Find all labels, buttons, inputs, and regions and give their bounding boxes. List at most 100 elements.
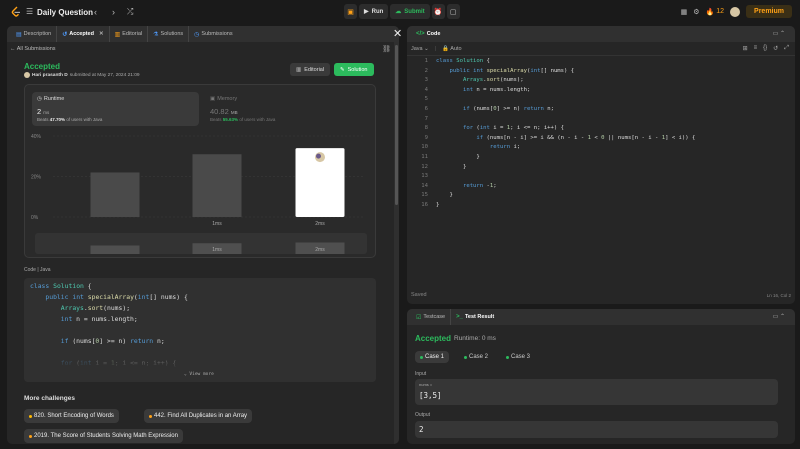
code-line: if (nums[0] >= n) return n; <box>60 337 165 345</box>
submit-button[interactable]: ☁ Submit <box>390 4 430 19</box>
code-line: for (int i = 1; i <= n; i++) { <box>462 125 565 132</box>
memory-value: 40.82 <box>210 107 229 116</box>
panel-resize-handle[interactable] <box>401 26 405 444</box>
challenge-chip[interactable]: 820. Short Encoding of Words <box>24 409 119 423</box>
author-name[interactable]: Hari prasanth D <box>32 73 68 78</box>
tab-editorial[interactable]: ▥ Editorial <box>110 26 149 42</box>
code-line: } <box>436 163 467 170</box>
output-value: 2 <box>419 425 424 434</box>
notes-button[interactable]: ▢ <box>446 4 460 19</box>
language-select[interactable]: Java ⌄ <box>411 46 429 52</box>
line-number: 6 <box>424 106 428 112</box>
chip-icon: ▣ <box>210 96 216 102</box>
line-number: 16 <box>421 202 428 208</box>
prev-problem-icon[interactable]: ‹ <box>94 7 97 17</box>
challenge-chip[interactable]: 442. Find All Duplicates in an Array <box>144 409 253 423</box>
layout-grid-icon[interactable]: ▦ <box>681 8 688 16</box>
submitted-code-block: class Solution { public int specialArray… <box>24 278 376 382</box>
tab-submissions[interactable]: ◷ Submissions <box>189 26 237 42</box>
line-number: 3 <box>424 77 428 84</box>
tab-code[interactable]: </> Code <box>411 26 445 42</box>
cursor-position: Ln 16, Col 2 <box>766 293 791 298</box>
editor-toolbar: Java ⌄ | 🔒 Auto ⊞ ≡ {} ↺ ⤢ <box>407 42 795 56</box>
code-line: Arrays.sort(nums); <box>60 304 131 312</box>
author-avatar[interactable] <box>24 72 30 78</box>
terminal-icon: >_ <box>456 314 463 320</box>
line-number: 11 <box>421 154 428 160</box>
challenge-chip[interactable]: 2019. The Score of Students Solving Math… <box>24 429 183 443</box>
scroll-thumb[interactable] <box>395 45 398 205</box>
case-tab[interactable]: Case 3 <box>501 351 535 363</box>
x-tick-label: 2ms <box>315 221 325 227</box>
shuffle-icon[interactable]: ⤮ <box>127 7 133 17</box>
alarm-icon: ⏰ <box>433 8 443 16</box>
list-icon[interactable]: ☰ <box>26 7 33 16</box>
tab-testcase[interactable]: ☑ Testcase <box>411 309 452 325</box>
avatar[interactable] <box>730 6 741 17</box>
difficulty-dot <box>29 414 32 418</box>
tab-options-icon[interactable]: ▭ ⌃ <box>773 30 785 37</box>
share-link-icon[interactable]: ⛓ <box>382 45 391 53</box>
view-more-button[interactable]: ⌄ View more <box>184 372 214 377</box>
y-tick-label: 0% <box>31 215 39 221</box>
tab-test-result[interactable]: >_ Test Result <box>451 309 499 325</box>
debug-button[interactable]: ▣ <box>344 4 357 19</box>
leetcode-logo-icon[interactable] <box>10 6 22 18</box>
tab-accepted[interactable]: ↺ Accepted ✕ <box>57 26 110 42</box>
minimap-label: 1ms <box>212 247 222 253</box>
chart-bar[interactable] <box>192 154 242 217</box>
line-number: 5 <box>424 96 428 103</box>
tab-options-icon[interactable]: ▭ ⌃ <box>773 313 785 320</box>
memory-card[interactable]: ▣ Memory 40.82 MB Beats 55.63% of users w… <box>205 92 365 126</box>
premium-button[interactable]: Premium <box>746 5 792 18</box>
difficulty-dot <box>29 434 32 438</box>
arrow-left-icon: ← <box>10 46 17 52</box>
editorial-button[interactable]: ▥ Editorial <box>290 63 331 76</box>
streak-count: 12 <box>716 8 725 15</box>
code-line: int n = nums.length; <box>60 315 138 323</box>
run-controls: ▣ ▶ Run ☁ Submit ⏰ ▢ <box>344 4 460 19</box>
close-tab-icon[interactable]: ✕ <box>99 31 104 37</box>
case-tab[interactable]: Case 1 <box>415 351 450 363</box>
auto-mode-toggle[interactable]: 🔒 Auto <box>442 46 461 52</box>
next-problem-icon[interactable]: › <box>112 7 115 17</box>
case-pass-dot <box>506 355 509 359</box>
all-submissions-link[interactable]: ← All Submissions <box>10 46 56 52</box>
checkbox-icon: ☑ <box>416 314 422 321</box>
line-number: 7 <box>424 115 428 122</box>
tab-solutions[interactable]: ⚗ Solutions <box>148 26 190 42</box>
more-challenges-title: More challenges <box>24 395 75 402</box>
alarm-button[interactable]: ⏰ <box>431 4 445 19</box>
code-line: public int specialArray(int[] nums) { <box>449 67 575 74</box>
saved-status: Saved <box>411 292 427 298</box>
run-button[interactable]: ▶ Run <box>359 4 389 19</box>
flask-icon: ⚗ <box>153 31 159 38</box>
left-scrollbar[interactable] <box>394 42 399 444</box>
test-runtime: Runtime: 0 ms <box>454 335 496 342</box>
line-number: 15 <box>421 192 428 199</box>
edit-icon: ✎ <box>340 66 345 73</box>
bookmark-icon[interactable]: ⊞ <box>743 45 748 52</box>
close-panel-icon[interactable]: ✕ <box>393 27 402 40</box>
braces-icon[interactable]: {} <box>763 45 767 52</box>
case-tab[interactable]: Case 2 <box>459 351 493 363</box>
fullscreen-icon[interactable]: ⤢ <box>784 45 789 52</box>
tab-description[interactable]: ▤ Description <box>11 26 58 42</box>
solution-button[interactable]: ✎ Solution <box>334 63 374 76</box>
chart-bar[interactable] <box>90 172 140 217</box>
code-editor-panel: </> Code ▭ ⌃ Java ⌄ | 🔒 Auto ⊞ ≡ {} ↺ ⤢ 1… <box>407 26 795 304</box>
y-tick-label: 20% <box>31 175 42 181</box>
test-panel: ☑ Testcase >_ Test Result ▭ ⌃ Accepted Run… <box>407 309 795 444</box>
streak-fire-icon[interactable]: 🔥 <box>706 8 715 16</box>
editor-actions: ⊞ ≡ {} ↺ ⤢ <box>743 45 789 52</box>
runtime-card[interactable]: ◷ Runtime 2 ms Beats 47.70% of users with… <box>32 92 199 126</box>
settings-gear-icon[interactable]: ⚙ <box>693 8 699 16</box>
code-line: if (nums[n - i] >= i && (n - i - 1 < 0 |… <box>476 134 696 141</box>
code-line: Arrays.sort(nums); <box>462 77 524 84</box>
problem-list-title[interactable]: Daily Question <box>37 8 93 17</box>
reset-icon[interactable]: ↺ <box>773 45 778 52</box>
code-line: return i; <box>489 144 521 151</box>
document-icon: ▤ <box>16 31 22 38</box>
line-number: 9 <box>424 134 428 141</box>
format-icon[interactable]: ≡ <box>754 45 758 52</box>
